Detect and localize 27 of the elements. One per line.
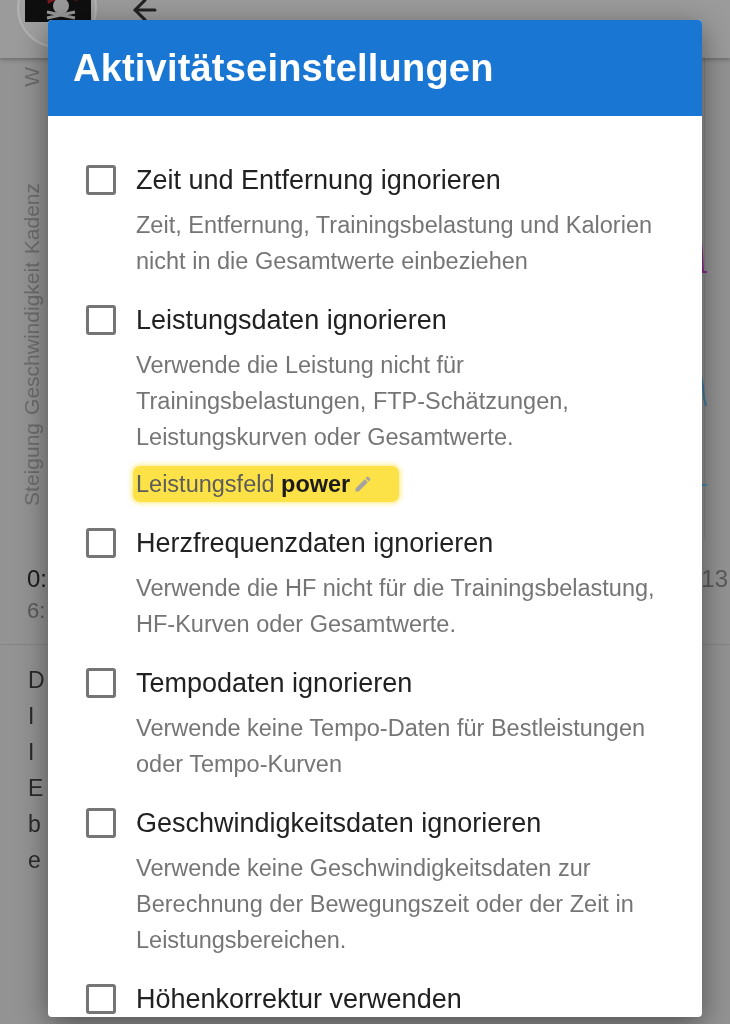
text-line: e — [28, 846, 41, 875]
text-line: I — [28, 738, 35, 767]
checkbox[interactable] — [86, 165, 116, 195]
option-label[interactable]: Tempodaten ignorieren — [136, 667, 413, 699]
text-line: E — [28, 774, 44, 803]
option-label[interactable]: Zeit und Entfernung ignorieren — [136, 164, 501, 196]
option-label[interactable]: Höhenkorrektur verwenden — [136, 983, 462, 1015]
option-description: Verwende die HF nicht für die Trainingsbelastung, HF-Kurven oder Gesamtwerte. — [136, 574, 656, 639]
text-line: D — [28, 666, 45, 695]
text-line: b — [28, 810, 41, 839]
checkbox[interactable] — [86, 305, 116, 335]
option-description: Zeit, Entfernung, Trainingsbelastung und Kalorien nicht in die Gesamtwerte einbeziehen — [136, 211, 654, 276]
summary-value: 13 — [701, 565, 728, 593]
dialog-title: Aktivitätseinstellungen — [73, 46, 494, 90]
option-label[interactable]: Herzfrequenzdaten ignorieren — [136, 527, 494, 559]
summary-value: 0: — [27, 565, 47, 593]
checkbox[interactable] — [86, 668, 116, 698]
option-description: Verwende keine Geschwindigkeitsdaten zur Berechnung der Bewegungszeit oder der Zeit in Leistungsbereichen. — [136, 854, 635, 955]
option-label[interactable]: Geschwindigkeitsdaten ignorieren — [136, 807, 542, 839]
checkbox[interactable] — [86, 528, 116, 558]
checkbox[interactable] — [86, 808, 116, 838]
text-line: I — [28, 702, 35, 731]
option-label[interactable]: Leistungsdaten ignorieren — [136, 304, 447, 336]
field-setting[interactable]: Leistungsfeld power — [136, 470, 351, 498]
option-description: Verwende die Leistung nicht für Trainingsbelastungen, FTP-Schätzungen, Leistungskurven oder Gesamtwerte. — [136, 351, 570, 452]
option-description: Verwende keine Tempo-Daten für Bestleistungen oder Tempo-Kurven — [136, 714, 647, 779]
checkbox[interactable] — [86, 984, 116, 1014]
